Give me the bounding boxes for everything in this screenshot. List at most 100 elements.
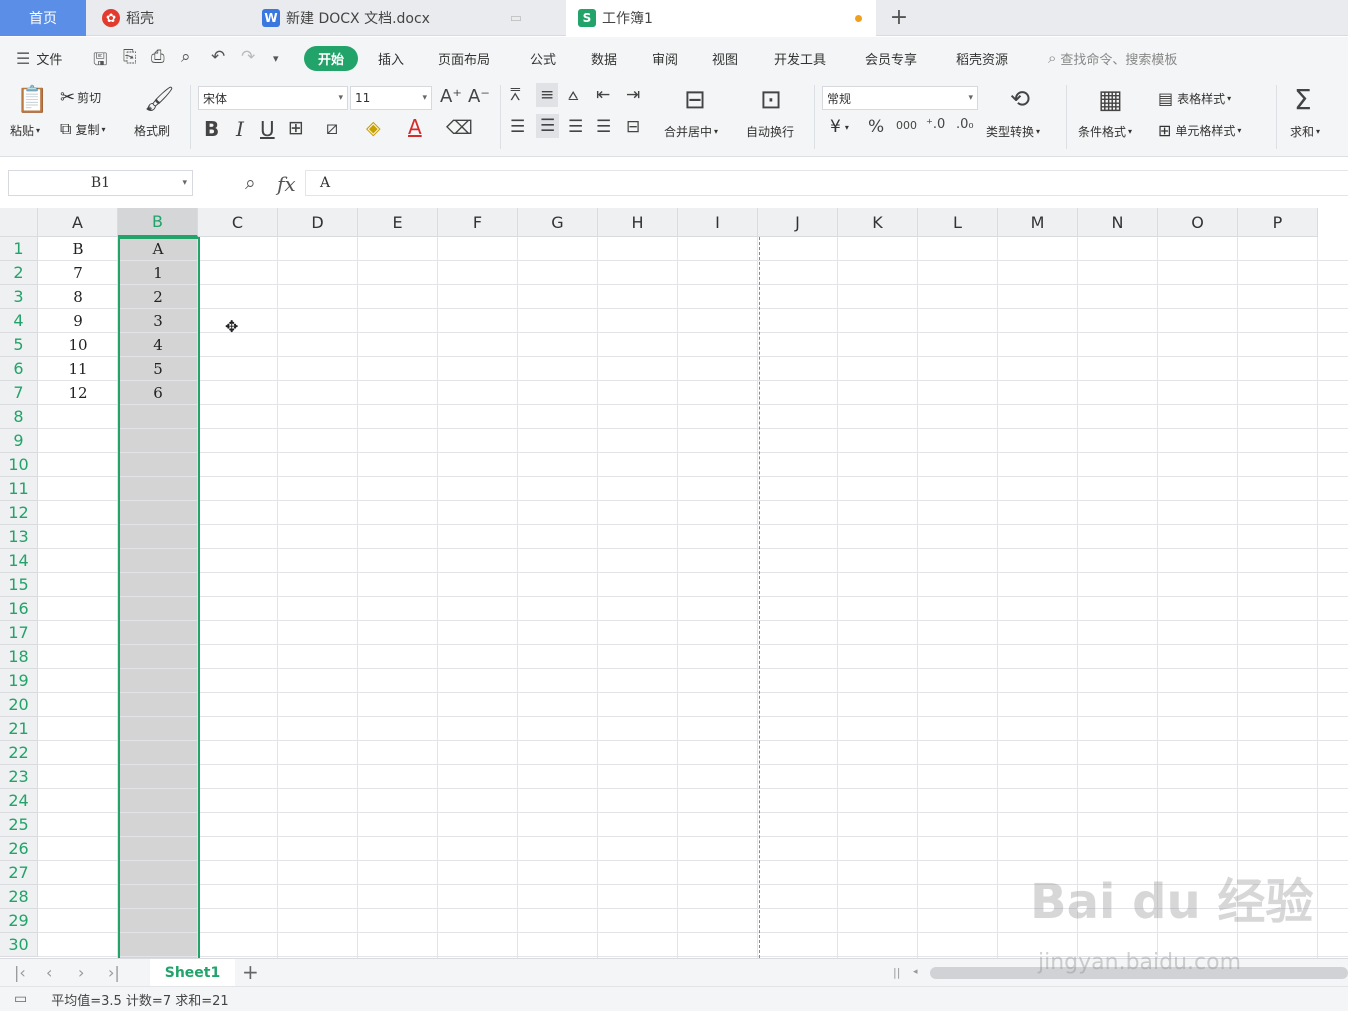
align-middle-icon[interactable]: ≡ bbox=[536, 83, 559, 107]
column-header-n[interactable]: N bbox=[1078, 208, 1158, 237]
menu-resources[interactable]: 稻壳资源 bbox=[956, 37, 1008, 79]
menu-page-layout[interactable]: 页面布局 bbox=[438, 37, 490, 79]
align-top-icon[interactable]: ⩞ bbox=[510, 85, 520, 105]
row-header-1[interactable]: 1 bbox=[0, 237, 38, 261]
sheet-tab-sheet1[interactable]: Sheet1 bbox=[150, 959, 235, 987]
cell-fill-style-icon[interactable]: ⧄ bbox=[326, 117, 338, 139]
paste-icon[interactable]: 📋 bbox=[16, 85, 48, 115]
merge-center-button[interactable]: 合并居中 ▾ bbox=[664, 123, 718, 140]
italic-button[interactable]: I bbox=[236, 117, 244, 141]
row-header-8[interactable]: 8 bbox=[0, 405, 38, 429]
row-header-3[interactable]: 3 bbox=[0, 285, 38, 309]
last-sheet-icon[interactable]: ›| bbox=[108, 963, 120, 982]
name-box[interactable]: B1 ▾ bbox=[8, 170, 193, 196]
column-header-e[interactable]: E bbox=[358, 208, 438, 237]
row-header-17[interactable]: 17 bbox=[0, 621, 38, 645]
save-icon[interactable]: 🖫 bbox=[93, 47, 107, 76]
borders-icon[interactable]: ⊞ bbox=[288, 117, 304, 139]
insert-function-button[interactable]: fx bbox=[277, 172, 296, 196]
row-header-5[interactable]: 5 bbox=[0, 333, 38, 357]
underline-button[interactable]: U bbox=[260, 117, 275, 141]
menu-data[interactable]: 数据 bbox=[591, 37, 617, 79]
merge-cells-icon[interactable]: ⊟ bbox=[684, 85, 706, 115]
decrease-decimal-icon[interactable]: .0₀ bbox=[956, 117, 974, 132]
cell-a5[interactable]: 10 bbox=[38, 333, 118, 357]
row-header-19[interactable]: 19 bbox=[0, 669, 38, 693]
thousands-separator-button[interactable]: 000 bbox=[896, 119, 917, 132]
row-header-26[interactable]: 26 bbox=[0, 837, 38, 861]
tab-docx-close-icon[interactable]: ▭ bbox=[510, 11, 522, 26]
print-icon[interactable]: ⎙ bbox=[151, 47, 165, 67]
decrease-font-icon[interactable]: A⁻ bbox=[468, 86, 490, 107]
cell-a4[interactable]: 9 bbox=[38, 309, 118, 333]
type-convert-icon[interactable]: ⟲ bbox=[1010, 85, 1030, 113]
select-all-corner[interactable] bbox=[0, 208, 38, 237]
cell-a7[interactable]: 12 bbox=[38, 381, 118, 405]
bold-button[interactable]: B bbox=[204, 117, 219, 141]
scroll-left-icon[interactable]: ◂ bbox=[913, 967, 918, 977]
row-header-29[interactable]: 29 bbox=[0, 909, 38, 933]
align-right-icon[interactable]: ☰ bbox=[568, 117, 583, 137]
row-header-22[interactable]: 22 bbox=[0, 741, 38, 765]
row-header-23[interactable]: 23 bbox=[0, 765, 38, 789]
row-header-10[interactable]: 10 bbox=[0, 453, 38, 477]
table-style-button[interactable]: ▤ 表格样式 ▾ bbox=[1158, 89, 1231, 108]
row-header-11[interactable]: 11 bbox=[0, 477, 38, 501]
row-header-16[interactable]: 16 bbox=[0, 597, 38, 621]
prev-sheet-icon[interactable]: ‹ bbox=[46, 963, 52, 982]
undo-icon[interactable]: ↶ bbox=[211, 47, 225, 67]
format-painter-icon[interactable]: 🖌 bbox=[144, 85, 174, 113]
menu-insert[interactable]: 插入 bbox=[378, 37, 404, 79]
font-color-button[interactable]: A bbox=[408, 115, 422, 139]
number-format-select[interactable]: 常规 ▾ bbox=[822, 86, 978, 110]
row-header-9[interactable]: 9 bbox=[0, 429, 38, 453]
scroll-split-handle[interactable]: || bbox=[893, 966, 900, 979]
row-header-4[interactable]: 4 bbox=[0, 309, 38, 333]
column-header-c[interactable]: C bbox=[198, 208, 278, 237]
row-header-6[interactable]: 6 bbox=[0, 357, 38, 381]
row-header-27[interactable]: 27 bbox=[0, 861, 38, 885]
quick-access-dropdown-icon[interactable]: ▾ bbox=[273, 52, 279, 65]
paste-button[interactable]: 粘贴 ▾ bbox=[10, 122, 40, 139]
tab-workbook[interactable]: S 工作簿1 bbox=[566, 0, 876, 36]
sheet-grid[interactable]: A B C D E F G H I J K L M N O P 1 2 3 4 5 6 7 8 9 10 11 12 13 14 15 16 1… bbox=[0, 208, 1348, 958]
wrap-text-icon[interactable]: ⊡ bbox=[760, 85, 782, 115]
type-convert-button[interactable]: 类型转换 ▾ bbox=[986, 123, 1040, 140]
status-monitor-icon[interactable]: ▭ bbox=[14, 991, 27, 1007]
column-header-p[interactable]: P bbox=[1238, 208, 1318, 237]
first-sheet-icon[interactable]: |‹ bbox=[14, 963, 26, 982]
row-header-20[interactable]: 20 bbox=[0, 693, 38, 717]
cell-a6[interactable]: 11 bbox=[38, 357, 118, 381]
zoom-icon[interactable]: ⌕ bbox=[245, 172, 256, 194]
cell-a1[interactable]: B bbox=[38, 237, 118, 261]
increase-indent-icon[interactable]: ⇥ bbox=[626, 85, 640, 105]
percent-button[interactable]: % bbox=[868, 117, 884, 137]
redo-icon[interactable]: ↷ bbox=[241, 47, 255, 67]
menu-review[interactable]: 审阅 bbox=[652, 37, 678, 79]
column-header-g[interactable]: G bbox=[518, 208, 598, 237]
tab-home[interactable]: 首页 bbox=[0, 0, 86, 36]
align-center-icon[interactable]: ☰ bbox=[536, 114, 560, 138]
row-header-2[interactable]: 2 bbox=[0, 261, 38, 285]
menu-formula[interactable]: 公式 bbox=[530, 37, 556, 79]
align-bottom-icon[interactable]: ⩟ bbox=[568, 85, 578, 105]
row-header-18[interactable]: 18 bbox=[0, 645, 38, 669]
command-search[interactable]: ⌕ 查找命令、搜索模板 bbox=[1048, 37, 1177, 79]
format-painter-button[interactable]: 格式刷 bbox=[134, 122, 170, 139]
column-header-o[interactable]: O bbox=[1158, 208, 1238, 237]
column-header-l[interactable]: L bbox=[918, 208, 998, 237]
new-tab-button[interactable]: + bbox=[886, 4, 912, 30]
column-header-i[interactable]: I bbox=[678, 208, 758, 237]
decrease-indent-icon[interactable]: ⇤ bbox=[596, 85, 610, 105]
row-header-13[interactable]: 13 bbox=[0, 525, 38, 549]
column-header-j[interactable]: J bbox=[758, 208, 838, 237]
eraser-icon[interactable]: ⌫ bbox=[446, 117, 473, 139]
conditional-format-icon[interactable]: ▦ bbox=[1098, 85, 1123, 115]
cell-style-button[interactable]: ⊞ 单元格样式 ▾ bbox=[1158, 121, 1241, 140]
row-header-24[interactable]: 24 bbox=[0, 789, 38, 813]
copy-button[interactable]: ⧉ 复制 ▾ bbox=[60, 119, 105, 139]
font-size-select[interactable]: 11 ▾ bbox=[350, 86, 432, 110]
increase-font-icon[interactable]: A⁺ bbox=[440, 86, 462, 107]
row-header-25[interactable]: 25 bbox=[0, 813, 38, 837]
sum-icon[interactable]: Σ bbox=[1294, 83, 1312, 116]
